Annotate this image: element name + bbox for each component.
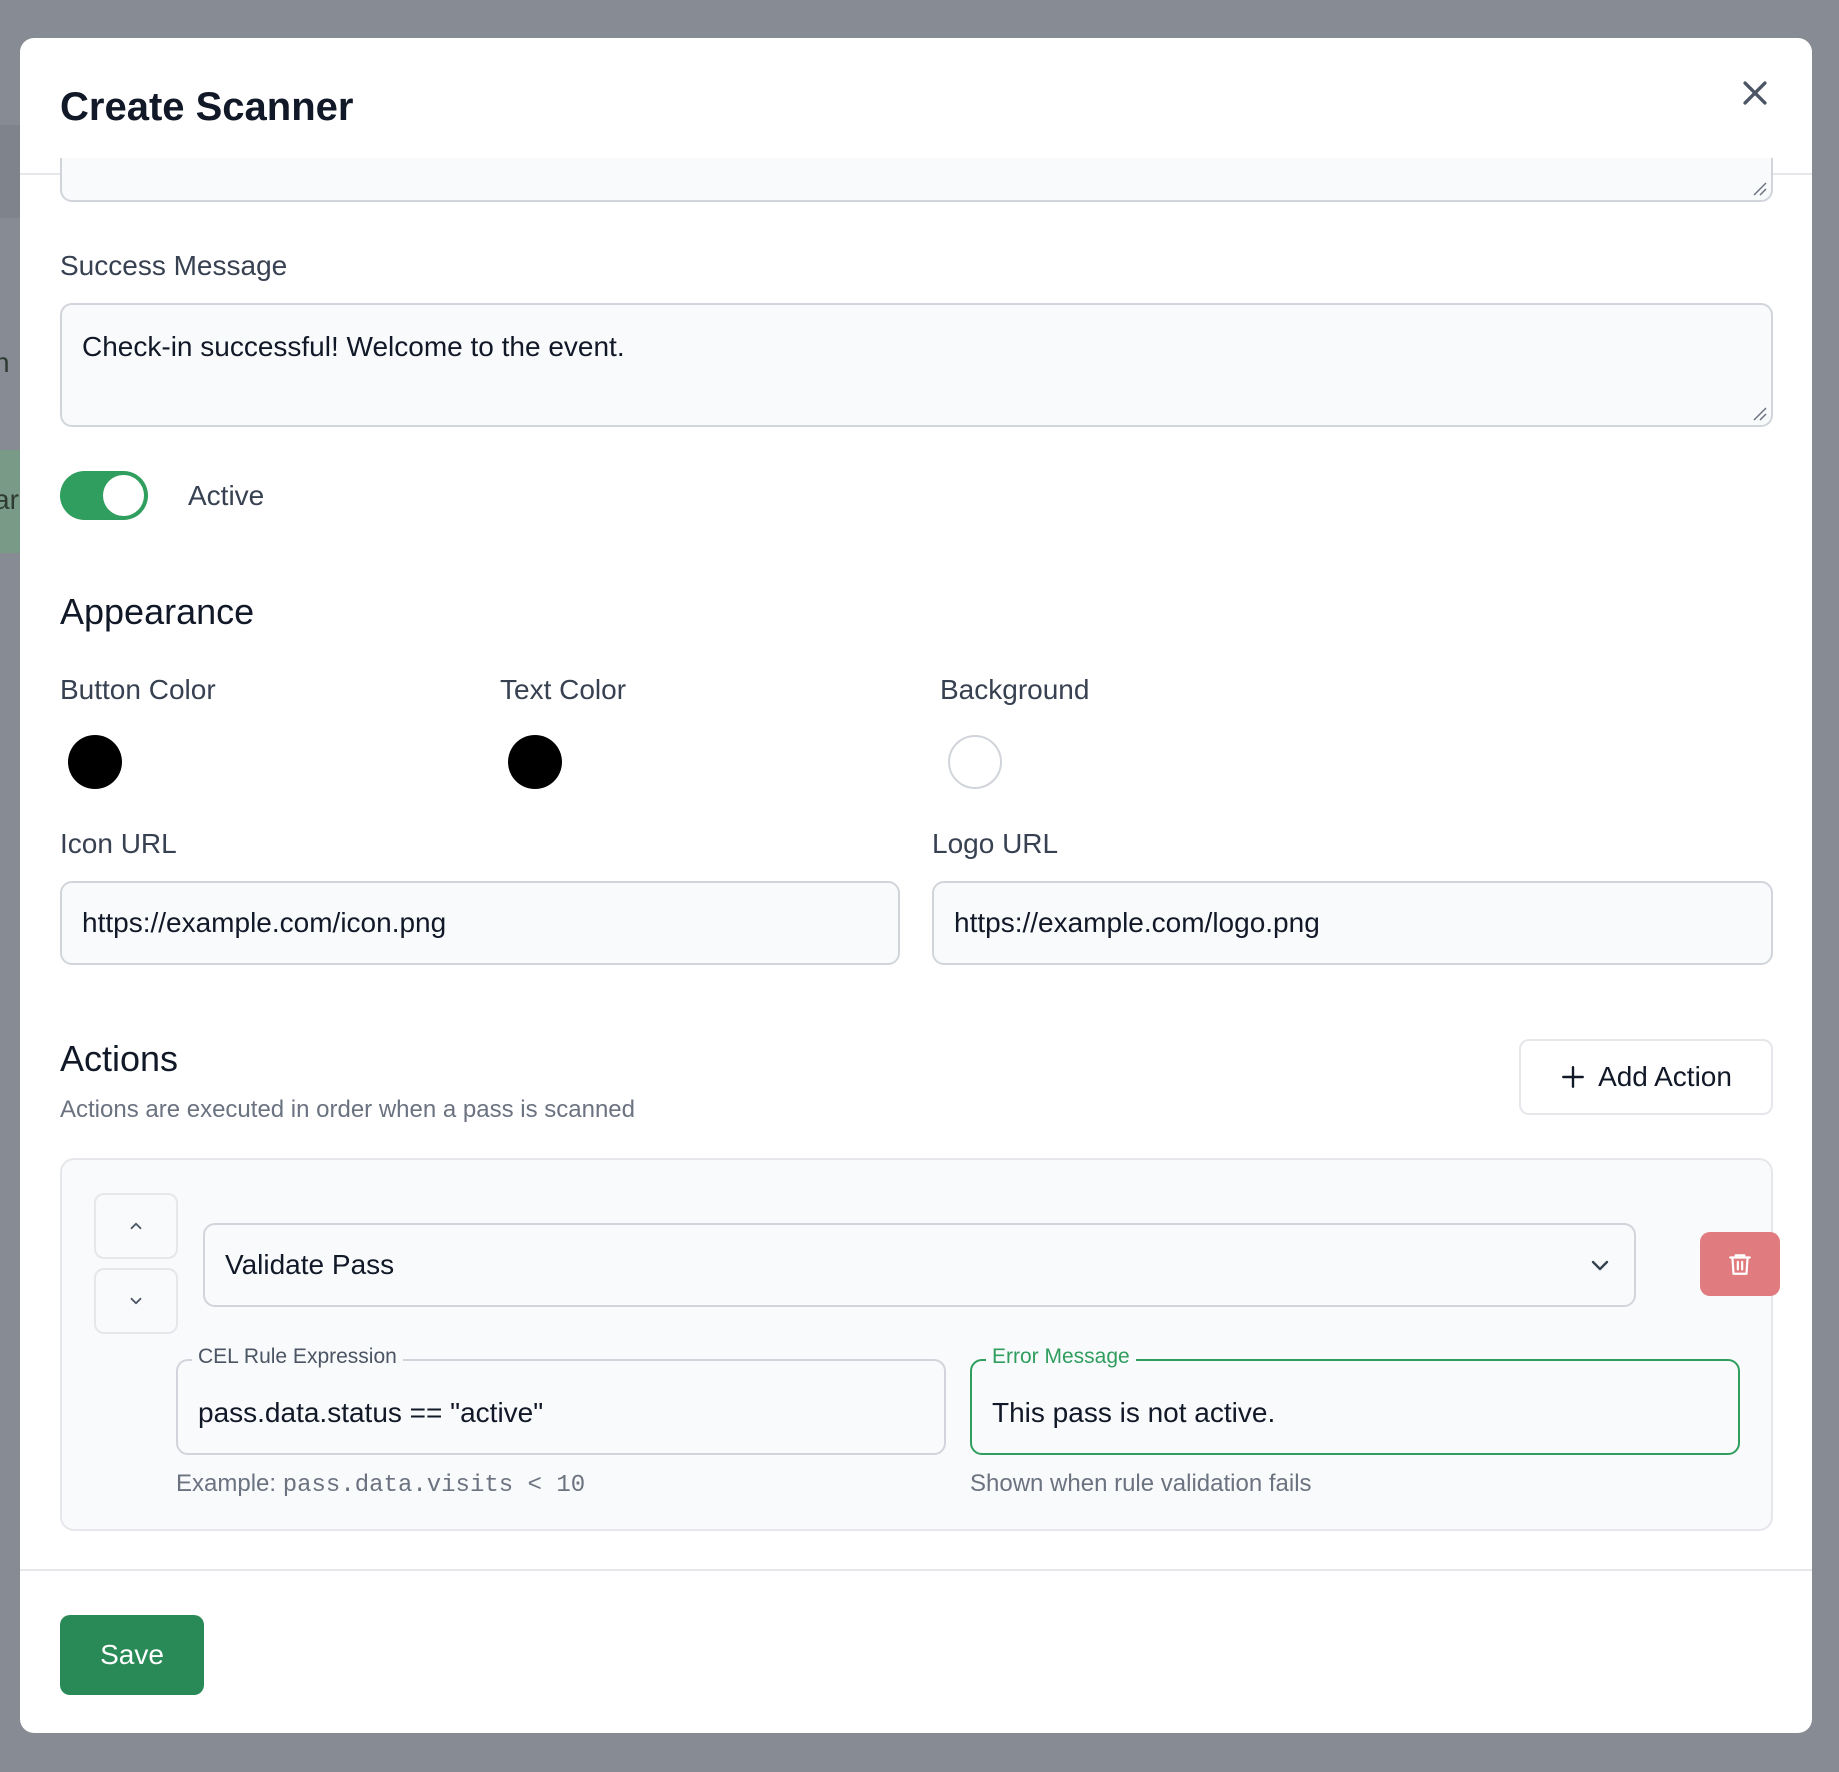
action-type-select[interactable]: Validate Pass: [203, 1223, 1636, 1307]
toggle-knob: [103, 475, 144, 516]
close-button[interactable]: [1738, 76, 1772, 110]
cel-rule-input[interactable]: CEL Rule Expression pass.data.status == …: [176, 1345, 946, 1455]
active-label: Active: [188, 480, 265, 511]
cel-rule-label: CEL Rule Expression: [192, 1345, 403, 1369]
error-message-label: Error Message: [986, 1345, 1136, 1369]
modal-header: Create Scanner: [20, 38, 1812, 175]
delete-action-button[interactable]: [1700, 1232, 1780, 1296]
button-color-label: Button Color: [60, 674, 216, 705]
active-toggle[interactable]: [60, 471, 148, 520]
error-message-helper: Shown when rule validation fails: [970, 1470, 1312, 1497]
scrolled-textarea[interactable]: [60, 158, 1773, 202]
icon-url-value: https://example.com/icon.png: [82, 907, 447, 938]
chevron-up-icon: [130, 1222, 142, 1230]
success-message-textarea[interactable]: Check-in successful! Welcome to the even…: [60, 303, 1773, 427]
backdrop-fragment: ar: [0, 450, 20, 553]
text-color-label: Text Color: [500, 674, 627, 705]
background-label: Background: [940, 674, 1090, 705]
add-action-label: Add Action: [1598, 1061, 1732, 1092]
icon-url-input[interactable]: https://example.com/icon.png: [60, 881, 900, 965]
success-message-value: Check-in successful! Welcome to the even…: [82, 331, 625, 362]
backdrop-text: n: [0, 347, 10, 378]
chevron-down-icon: [130, 1297, 142, 1305]
backdrop-fragment: n: [0, 125, 20, 378]
error-message-input[interactable]: Error Message This pass is not active.: [970, 1345, 1740, 1455]
logo-url-input[interactable]: https://example.com/logo.png: [932, 881, 1773, 965]
create-scanner-modal: Create Scanner Success Message Check-in …: [20, 38, 1812, 1733]
actions-title: Actions: [60, 1038, 179, 1079]
chevron-down-icon: [1591, 1260, 1609, 1271]
icon-url-label: Icon URL: [60, 828, 177, 859]
actions-subtitle: Actions are executed in order when a pas…: [60, 1096, 636, 1123]
trash-icon: [1729, 1254, 1751, 1275]
action-card: Validate Pass CEL Rule Expression pass.d…: [60, 1158, 1780, 1531]
save-button[interactable]: Save: [60, 1615, 204, 1695]
move-up-button[interactable]: [94, 1193, 178, 1259]
resize-handle-icon: [1753, 182, 1767, 196]
background-color-swatch[interactable]: [948, 735, 1002, 789]
success-message-label: Success Message: [60, 250, 288, 281]
logo-url-value: https://example.com/logo.png: [954, 907, 1320, 938]
backdrop-text: ar: [0, 484, 19, 515]
cel-rule-helper-prefix: Example:: [176, 1470, 283, 1497]
move-down-button[interactable]: [94, 1268, 178, 1334]
plus-icon: [1562, 1066, 1585, 1088]
cel-rule-helper: Example: pass.data.visits < 10: [176, 1470, 585, 1499]
logo-url-label: Logo URL: [932, 828, 1059, 859]
button-color-swatch[interactable]: [68, 735, 122, 789]
cel-rule-helper-code: pass.data.visits < 10: [282, 1472, 586, 1499]
error-message-value: This pass is not active.: [992, 1397, 1276, 1428]
add-action-button[interactable]: Add Action: [1519, 1039, 1773, 1115]
action-type-value: Validate Pass: [225, 1249, 395, 1280]
close-icon: [1743, 81, 1767, 105]
text-color-swatch[interactable]: [508, 735, 562, 789]
cel-rule-value: pass.data.status == "active": [198, 1397, 544, 1428]
modal-title: Create Scanner: [60, 85, 354, 129]
resize-handle-icon: [1753, 407, 1767, 421]
appearance-title: Appearance: [60, 591, 255, 632]
modal-footer: Save: [20, 1569, 1812, 1733]
